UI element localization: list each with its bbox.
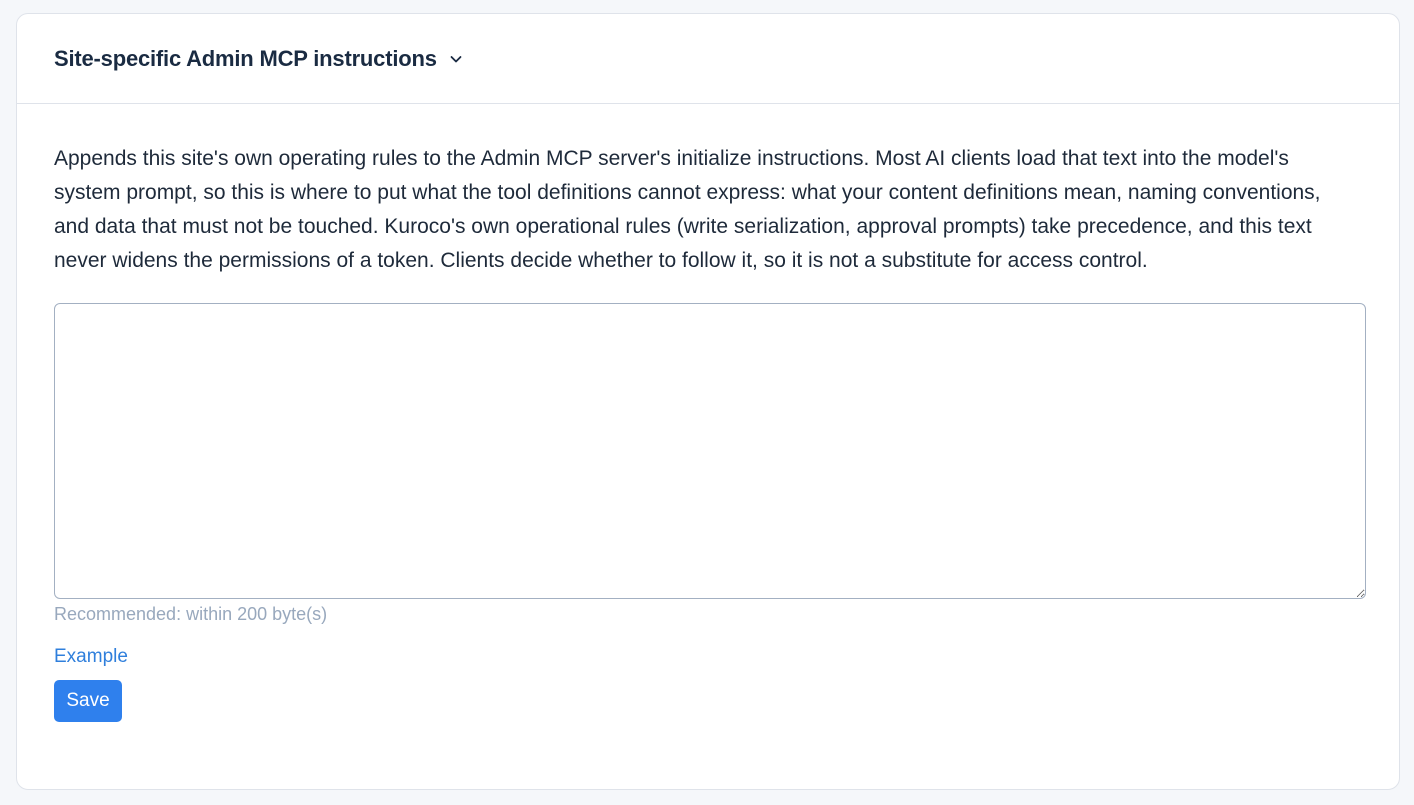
panel-header[interactable]: Site-specific Admin MCP instructions xyxy=(17,14,1399,104)
chevron-down-icon[interactable] xyxy=(449,52,463,66)
panel-title: Site-specific Admin MCP instructions xyxy=(54,45,437,71)
example-link[interactable]: Example xyxy=(54,645,128,669)
save-button[interactable]: Save xyxy=(54,680,122,722)
textarea-container xyxy=(54,303,1366,599)
instructions-textarea[interactable] xyxy=(54,303,1366,599)
description-text: Appends this site's own operating rules … xyxy=(54,147,1321,272)
panel-body: Appends this site's own operating rules … xyxy=(17,104,1399,722)
instructions-panel: Site-specific Admin MCP instructions App… xyxy=(16,13,1400,790)
byte-limit-hint: Recommended: within 200 byte(s) xyxy=(54,604,328,624)
